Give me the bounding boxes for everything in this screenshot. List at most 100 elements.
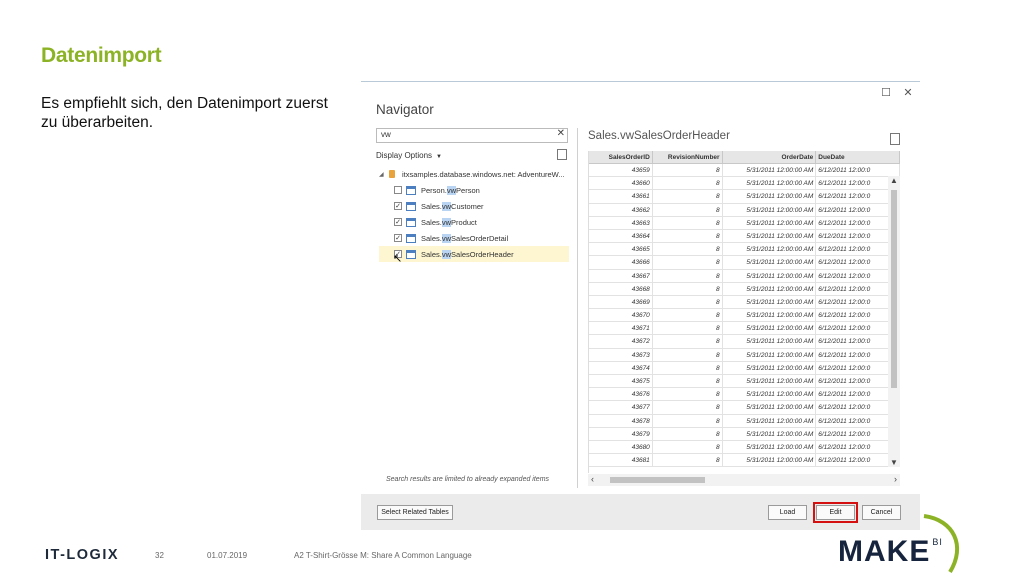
table-cell: 43676 xyxy=(589,388,653,401)
table-cell: 8 xyxy=(653,256,723,269)
table-cell: 8 xyxy=(653,454,723,467)
table-cell: 43664 xyxy=(589,229,653,243)
expand-triangle-icon[interactable]: ◢ xyxy=(379,171,389,178)
table-cell: 43663 xyxy=(589,216,653,229)
table-row: 43672 8 5/31/2011 12:00:00 AM 6/12/2011 12:… xyxy=(589,335,900,349)
table-icon xyxy=(406,217,416,227)
slide-body-text: Es empfiehlt sich, den Datenimport zuers… xyxy=(41,95,328,131)
table-cell: 8 xyxy=(653,203,723,216)
tree-table-item[interactable]: ✓ Sales.vwProduct xyxy=(379,214,569,230)
table-cell: 8 xyxy=(653,295,723,309)
table-cell: 5/31/2011 12:00:00 AM xyxy=(723,454,817,467)
search-input[interactable]: vw ✕ xyxy=(376,128,568,143)
column-header[interactable]: OrderDate xyxy=(723,151,817,163)
preview-grid: SalesOrderID RevisionNumber OrderDate DueDa… xyxy=(588,151,900,473)
load-button[interactable]: Load xyxy=(768,505,807,520)
table-row: 43675 8 5/31/2011 12:00:00 AM 6/12/2011 12:… xyxy=(589,375,900,389)
select-related-tables-button[interactable]: Select Related Tables xyxy=(377,505,453,520)
table-cell: 43679 xyxy=(589,427,653,440)
cancel-button[interactable]: Cancel xyxy=(862,505,901,520)
table-cell: 43680 xyxy=(589,440,653,454)
table-row: 43661 8 5/31/2011 12:00:00 AM 6/12/2011 12:… xyxy=(589,190,900,204)
table-label: Sales.vwCustomer xyxy=(421,201,484,211)
table-row: 43679 8 5/31/2011 12:00:00 AM 6/12/2011 12:… xyxy=(589,427,900,441)
scroll-thumb[interactable] xyxy=(891,190,897,388)
table-row: 43664 8 5/31/2011 12:00:00 AM 6/12/2011 12:… xyxy=(589,229,900,244)
column-header[interactable]: DueDate xyxy=(816,151,900,163)
table-cell: 5/31/2011 12:00:00 AM xyxy=(723,243,817,256)
table-row: 43665 8 5/31/2011 12:00:00 AM 6/12/2011 12:… xyxy=(589,243,900,257)
table-cell: 8 xyxy=(653,216,723,229)
scroll-up-icon[interactable]: ▲ xyxy=(890,176,898,185)
table-label: Sales.vwProduct xyxy=(421,217,477,227)
navigator-title: Navigator xyxy=(376,102,434,117)
table-icon xyxy=(406,185,416,195)
table-cell: 8 xyxy=(653,348,723,361)
checkbox[interactable]: ✓ xyxy=(394,202,402,210)
checkbox[interactable]: ✓ xyxy=(394,234,402,242)
table-row: 43681 8 5/31/2011 12:00:00 AM 6/12/2011 12:… xyxy=(589,454,900,468)
preview-refresh-icon[interactable] xyxy=(890,133,900,145)
table-cell: 8 xyxy=(653,440,723,454)
clear-search-icon[interactable]: ✕ xyxy=(557,128,565,139)
tree-table-item[interactable]: Person.vwPerson xyxy=(379,182,569,198)
table-cell: 5/31/2011 12:00:00 AM xyxy=(723,427,817,440)
table-cell: 8 xyxy=(653,427,723,440)
table-label: Sales.vwSalesOrderDetail xyxy=(421,233,509,243)
table-cell: 43667 xyxy=(589,269,653,282)
table-row: 43680 8 5/31/2011 12:00:00 AM 6/12/2011 12:… xyxy=(589,440,900,455)
scroll-down-icon[interactable]: ▼ xyxy=(890,458,898,467)
tree-table-item[interactable]: ✓ Sales.vwSalesOrderDetail xyxy=(379,230,569,246)
column-header[interactable]: RevisionNumber xyxy=(653,151,723,163)
table-row: 43666 8 5/31/2011 12:00:00 AM 6/12/2011 12:… xyxy=(589,256,900,270)
scroll-left-icon[interactable]: ‹ xyxy=(591,474,594,484)
display-options-dropdown[interactable]: Display Options ▼ xyxy=(376,151,442,160)
table-cell: 43673 xyxy=(589,348,653,361)
database-icon xyxy=(389,170,395,178)
vertical-scrollbar[interactable]: ▲ ▼ xyxy=(888,176,900,467)
scroll-right-icon[interactable]: › xyxy=(894,474,897,484)
table-cell: 43675 xyxy=(589,375,653,388)
table-row: 43660 8 5/31/2011 12:00:00 AM 6/12/2011 12:… xyxy=(589,177,900,191)
table-cell: 5/31/2011 12:00:00 AM xyxy=(723,203,817,216)
table-row: 43669 8 5/31/2011 12:00:00 AM 6/12/2011 12:… xyxy=(589,295,900,310)
table-cell: 5/31/2011 12:00:00 AM xyxy=(723,348,817,361)
tree-table-item[interactable]: ✓ Sales.vwCustomer xyxy=(379,198,569,214)
hscroll-thumb[interactable] xyxy=(610,477,705,483)
table-cell: 8 xyxy=(653,414,723,427)
horizontal-scrollbar[interactable]: ‹ › xyxy=(588,474,900,486)
table-cell: 43681 xyxy=(589,454,653,467)
table-cell: 43666 xyxy=(589,256,653,269)
table-cell: 5/31/2011 12:00:00 AM xyxy=(723,177,817,190)
table-cell: 8 xyxy=(653,164,723,177)
table-icon xyxy=(406,201,416,211)
table-cell: 43662 xyxy=(589,203,653,216)
table-row: 43663 8 5/31/2011 12:00:00 AM 6/12/2011 12:… xyxy=(589,216,900,230)
table-row: 43662 8 5/31/2011 12:00:00 AM 6/12/2011 12:… xyxy=(589,203,900,217)
tree-table-item[interactable]: ✓ Sales.vwSalesOrderHeader xyxy=(379,246,569,262)
pane-divider xyxy=(577,128,578,488)
table-cell: 8 xyxy=(653,190,723,203)
checkbox[interactable]: ✓ xyxy=(394,218,402,226)
table-cell: 5/31/2011 12:00:00 AM xyxy=(723,216,817,229)
table-cell: 43672 xyxy=(589,335,653,348)
grid-body: 43659 8 5/31/2011 12:00:00 AM 6/12/2011 12:… xyxy=(589,164,900,468)
table-cell: 43678 xyxy=(589,414,653,427)
page-number: 32 xyxy=(155,551,164,560)
it-logix-logo: IT-LOGIX xyxy=(45,547,120,563)
database-label: itxsamples.database.windows.net: Adventu… xyxy=(402,169,565,179)
table-cell: 8 xyxy=(653,375,723,388)
refresh-icon[interactable] xyxy=(557,149,567,160)
restore-icon[interactable]: ☐ xyxy=(880,86,892,99)
tree-database-node[interactable]: ◢ itxsamples.database.windows.net: Adven… xyxy=(379,166,569,182)
table-cell: 5/31/2011 12:00:00 AM xyxy=(723,440,817,454)
close-icon[interactable]: ✕ xyxy=(902,86,914,99)
table-cell: 5/31/2011 12:00:00 AM xyxy=(723,309,817,322)
checkbox[interactable] xyxy=(394,186,402,194)
table-cell: 43660 xyxy=(589,177,653,190)
table-cell: 5/31/2011 12:00:00 AM xyxy=(723,361,817,374)
table-cell: 43665 xyxy=(589,243,653,256)
table-cell: 43671 xyxy=(589,322,653,335)
table-cell: 5/31/2011 12:00:00 AM xyxy=(723,256,817,269)
column-header[interactable]: SalesOrderID xyxy=(589,151,653,163)
